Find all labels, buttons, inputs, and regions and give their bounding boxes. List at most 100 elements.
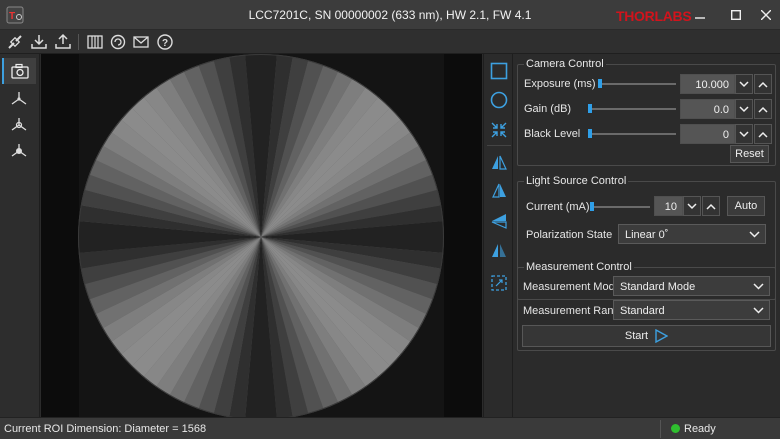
close-icon <box>761 10 771 20</box>
gain-slider[interactable] <box>588 108 676 110</box>
measurement-control-group: Measurement Control Measurement Mode Sta… <box>517 261 776 351</box>
black-level-label: Black Level <box>524 128 581 140</box>
sidebar-item-axes-1[interactable] <box>2 86 36 112</box>
exposure-slider[interactable] <box>598 83 676 85</box>
minimize-icon <box>695 17 705 19</box>
tool-divider <box>487 145 511 146</box>
roi-tool-strip <box>483 54 513 417</box>
mirror-down-icon <box>491 214 507 229</box>
black-level-slider-knob[interactable] <box>588 129 592 138</box>
status-bar: Current ROI Dimension: Diameter = 1568 R… <box>0 417 780 439</box>
title-bar: T LCC7201C, SN 00000002 (633 nm), HW 2.1… <box>0 0 780 30</box>
current-input[interactable]: 10 <box>654 196 683 216</box>
gain-input[interactable]: 0.0 <box>680 99 735 119</box>
gain-decrement[interactable] <box>735 99 753 119</box>
export-icon[interactable] <box>54 33 72 51</box>
current-increment[interactable] <box>702 196 720 216</box>
grid-view-icon[interactable] <box>86 33 104 51</box>
rectangle-roi-button[interactable] <box>488 60 510 82</box>
svg-text:?: ? <box>162 38 168 49</box>
chevron-down-icon <box>739 130 749 137</box>
gain-increment[interactable] <box>754 99 772 119</box>
flip-vertical-icon <box>492 183 506 198</box>
chevron-down-icon <box>749 231 760 238</box>
circle-icon <box>490 91 508 109</box>
current-slider[interactable] <box>590 206 650 208</box>
light-source-control-title: Light Source Control <box>524 175 629 187</box>
control-panel: Camera Control Exposure (ms) 10.000 Gain… <box>514 54 780 417</box>
chevron-down-icon <box>739 105 749 112</box>
help-icon[interactable]: ? <box>156 33 174 51</box>
main-toolbar: ? <box>0 30 780 54</box>
chevron-up-icon <box>758 106 768 113</box>
chevron-down-icon <box>753 283 764 290</box>
camera-image-view[interactable] <box>41 54 482 417</box>
load-icon[interactable] <box>30 33 48 51</box>
status-divider <box>660 420 661 438</box>
flip-horizontal-button[interactable] <box>488 152 510 174</box>
chevron-down-icon <box>687 202 697 209</box>
start-label: Start <box>624 330 649 342</box>
measurement-control-title: Measurement Control <box>524 261 634 273</box>
camera-control-title: Camera Control <box>524 58 606 70</box>
close-button[interactable] <box>750 0 780 30</box>
roi-select-button[interactable] <box>488 272 510 294</box>
connect-icon[interactable] <box>6 33 24 51</box>
current-slider-knob[interactable] <box>590 202 594 211</box>
square-icon <box>490 62 508 80</box>
axes-analysis-icon <box>11 144 27 157</box>
mirror-icon <box>492 244 506 257</box>
roi-status: Current ROI Dimension: Diameter = 1568 <box>4 423 207 435</box>
current-decrement[interactable] <box>683 196 701 216</box>
ready-indicator-icon <box>671 424 680 433</box>
current-label: Current (mA) <box>526 201 590 213</box>
mail-icon[interactable] <box>132 33 150 51</box>
chevron-up-icon <box>758 81 768 88</box>
polarization-select[interactable]: Linear 0˚ <box>618 224 766 244</box>
camera-icon <box>11 63 29 79</box>
fit-view-button[interactable] <box>488 119 510 141</box>
reset-button[interactable]: Reset <box>730 145 769 163</box>
measurement-range-label: Measurement Range <box>523 305 626 317</box>
sidebar-item-axes-3[interactable] <box>2 138 36 164</box>
ready-status: Ready <box>684 423 716 435</box>
black-level-slider[interactable] <box>588 133 676 135</box>
chevron-down-icon <box>753 307 764 314</box>
axes-measure-icon <box>11 118 27 131</box>
shrink-arrows-icon <box>491 122 507 138</box>
measurement-mode-select[interactable]: Standard Mode <box>613 276 770 296</box>
exposure-slider-knob[interactable] <box>598 79 602 88</box>
axes-icon <box>11 92 27 105</box>
auto-button[interactable]: Auto <box>727 196 765 216</box>
toolbar-divider <box>78 34 79 50</box>
brand-logo: THORLABS <box>616 8 692 24</box>
measurement-range-value: Standard <box>620 305 665 317</box>
polarization-value: Linear 0˚ <box>625 229 669 241</box>
black-level-increment[interactable] <box>754 124 772 144</box>
exposure-input[interactable]: 10.000 <box>680 74 735 94</box>
gain-slider-knob[interactable] <box>588 104 592 113</box>
gain-label: Gain (dB) <box>524 103 572 115</box>
sidebar-item-camera[interactable] <box>2 58 36 84</box>
measurement-range-select[interactable]: Standard <box>613 300 770 320</box>
measurement-mode-value: Standard Mode <box>620 281 696 293</box>
mirror-button[interactable] <box>488 240 510 262</box>
rotate-button[interactable] <box>488 210 510 232</box>
flip-horizontal-icon <box>492 155 507 170</box>
start-button[interactable]: Start <box>522 325 771 347</box>
black-level-input[interactable]: 0 <box>680 124 735 144</box>
maximize-button[interactable] <box>720 0 752 30</box>
minimize-button[interactable] <box>684 0 716 30</box>
circle-roi-button[interactable] <box>488 89 510 111</box>
flip-vertical-button[interactable] <box>488 180 510 202</box>
maximize-icon <box>731 10 741 20</box>
left-sidebar <box>0 54 40 417</box>
settings-cycle-icon[interactable] <box>109 33 127 51</box>
chevron-up-icon <box>758 131 768 138</box>
conoscopic-pattern-image <box>78 54 444 417</box>
exposure-increment[interactable] <box>754 74 772 94</box>
sidebar-item-axes-2[interactable] <box>2 112 36 138</box>
black-level-decrement[interactable] <box>735 124 753 144</box>
dashed-selection-icon <box>491 275 507 291</box>
exposure-decrement[interactable] <box>735 74 753 94</box>
